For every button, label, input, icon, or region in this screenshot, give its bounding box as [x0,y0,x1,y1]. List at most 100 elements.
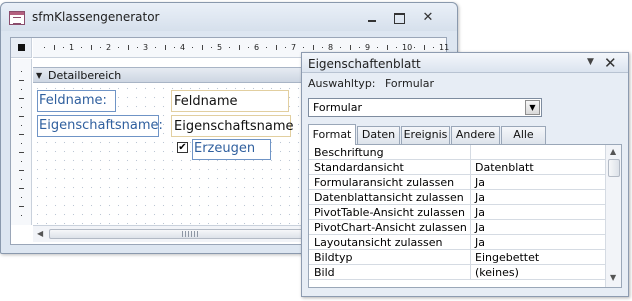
ruler-tick [19,170,24,171]
tab-daten[interactable]: Daten [357,126,400,144]
label-feldname[interactable]: Feldname: [37,90,116,112]
property-row[interactable]: Bildtyp Eingebettet [309,250,605,265]
property-name: Datenblattansicht zulassen [309,190,471,205]
form-title: sfmKlassengenerator [32,10,160,24]
maximize-icon[interactable] [388,11,410,25]
label-erzeugen[interactable]: Erzeugen [192,139,271,160]
horizontal-scroll-thumb[interactable] [49,229,329,239]
ruler-tick [275,45,277,50]
ruler-tick [210,47,212,48]
checkmark-icon: ✔ [178,142,187,153]
ruler-corner-select-form[interactable] [11,38,32,58]
ruler-tick [62,47,64,48]
ruler-tick [201,45,203,50]
property-grid: Beschriftung Standardansicht Datenblatt … [308,144,622,288]
ruler-tick [21,215,22,216]
property-value[interactable]: Ja [472,175,605,190]
ruler-tick [19,188,24,189]
ruler-number: 7 [291,43,297,52]
property-name: Beschriftung [309,145,471,160]
property-row[interactable]: PivotChart-Ansicht zulassen Ja [309,220,605,235]
ruler-tick [21,89,22,90]
textbox-feldname[interactable]: Feldname [171,90,289,112]
tab-alle[interactable]: Alle [501,126,546,144]
ruler-number: 6 [254,43,260,52]
ruler-tick [81,47,83,48]
property-name: Bildtyp [309,250,471,265]
ruler-tick [21,71,22,72]
vertical-scrollbar[interactable]: ▲ ▼ [605,145,621,287]
scroll-left-icon[interactable]: ◀ [37,229,43,238]
property-value[interactable] [472,145,605,160]
ruler-tick [377,47,379,48]
scroll-down-icon[interactable]: ▼ [610,273,616,282]
textbox-eigenschaftsname[interactable]: Eigenschaftsname [171,115,294,137]
property-value[interactable]: Ja [472,190,605,205]
dropdown-arrow-icon[interactable]: ▼ [525,100,540,115]
ruler-number: 5 [217,43,223,52]
property-name: Standardansicht [309,160,471,175]
vertical-scroll-thumb[interactable] [608,159,620,177]
property-name: Layoutansicht zulassen [309,235,471,250]
label-eigenschaftsname[interactable]: Eigenschaftsname: [37,115,163,137]
property-row[interactable]: Formularansicht zulassen Ja [309,175,605,190]
property-value[interactable]: Datenblatt [472,160,605,175]
ruler-tick [303,47,305,48]
property-value[interactable]: (keines) [472,265,605,280]
ruler-tick [284,47,286,48]
property-sheet-header[interactable]: Eigenschaftenblatt ▼ ✕ [302,53,628,73]
ruler-tick [349,45,351,50]
ruler-tick [229,47,231,48]
ruler-tick [21,143,22,144]
ruler-tick [136,47,138,48]
ruler-number: 3 [143,43,149,52]
ruler-tick [21,125,22,126]
form-icon [9,11,25,25]
property-tabs: Format Daten Ereignis Andere Alle [308,124,628,145]
property-name: PivotTable-Ansicht zulassen [309,205,471,220]
chevron-down-icon[interactable]: ▼ [587,57,594,67]
ruler-tick [127,45,129,50]
property-value[interactable]: Ja [472,235,605,250]
triangle-down-icon[interactable]: ▼ [36,71,45,80]
property-row[interactable]: PivotTable-Ansicht zulassen Ja [309,205,605,220]
ruler-tick [173,47,175,48]
selection-type-label: Auswahltyp: [308,77,376,90]
tab-ereignis[interactable]: Ereignis [401,126,450,144]
property-row[interactable]: Layoutansicht zulassen Ja [309,235,605,250]
property-value[interactable]: Eingebettet [472,250,605,265]
ruler-number: 8 [328,43,334,52]
ruler-number: 4 [180,43,186,52]
ruler-tick [164,45,166,50]
property-row[interactable]: Standardansicht Datenblatt [309,160,605,175]
property-value[interactable]: Ja [472,220,605,235]
property-name: PivotChart-Ansicht zulassen [309,220,471,235]
ruler-tick [21,161,22,162]
selection-type-value: Formular [385,77,435,90]
minimize-icon[interactable] [361,11,383,25]
vertical-ruler[interactable] [11,59,32,225]
ruler-tick [19,98,24,99]
checkbox-erzeugen[interactable]: ✔ [177,142,188,153]
ruler-number: 1 [69,43,75,52]
ruler-tick [90,45,92,50]
ruler-tick [21,179,22,180]
tab-andere[interactable]: Andere [451,126,500,144]
object-selector-dropdown[interactable]: Formular ▼ [308,98,542,117]
property-sheet-title: Eigenschaftenblatt [308,57,421,71]
property-row[interactable]: Bild (keines) [309,265,605,280]
property-value[interactable]: Ja [472,205,605,220]
ruler-tick [19,116,24,117]
property-row[interactable]: Datenblattansicht zulassen Ja [309,190,605,205]
object-selector-value: Formular [313,101,363,114]
ruler-tick [192,47,194,48]
close-icon[interactable]: ✕ [604,54,617,72]
property-name: Bild [309,265,471,280]
close-icon[interactable]: ✕ [417,11,439,25]
ruler-tick [247,47,249,48]
form-title-bar[interactable]: sfmKlassengenerator ✕ [1,3,457,31]
scroll-up-icon[interactable]: ▲ [610,147,616,156]
property-name: Formularansicht zulassen [309,175,471,190]
tab-format[interactable]: Format [308,124,356,145]
property-row[interactable]: Beschriftung [309,145,605,160]
